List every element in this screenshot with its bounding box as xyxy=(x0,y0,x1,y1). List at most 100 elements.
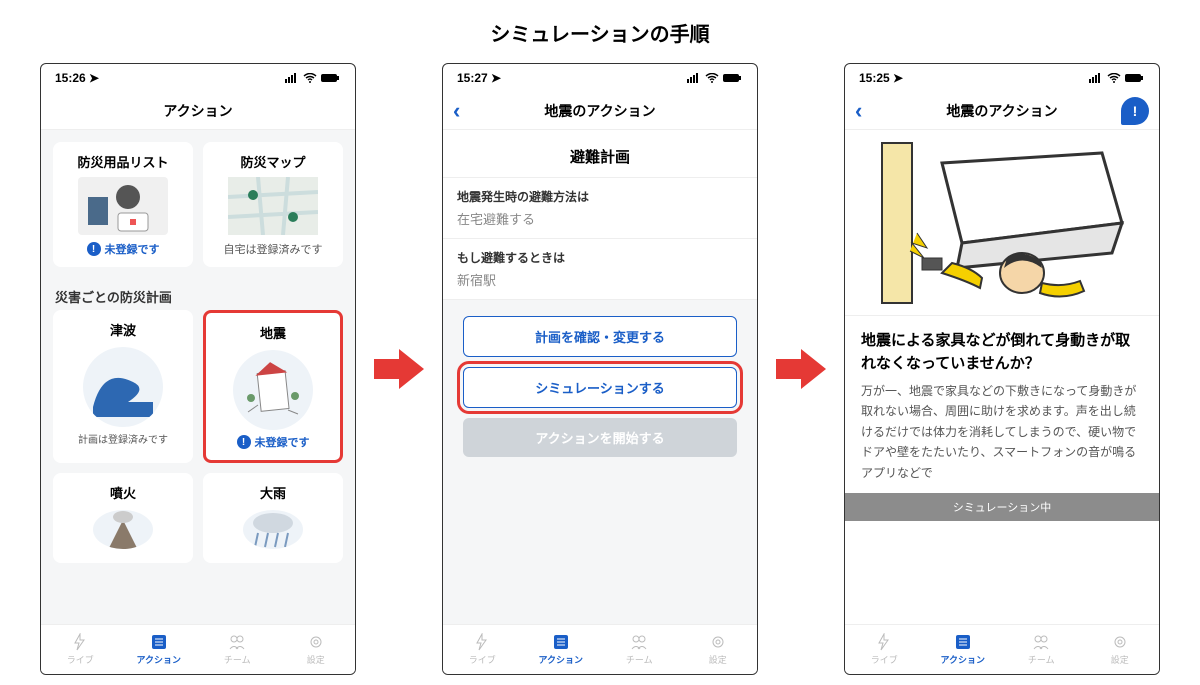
signal-icon xyxy=(687,73,701,83)
wifi-icon xyxy=(705,73,719,83)
signal-icon xyxy=(285,73,299,83)
hazard-title: 津波 xyxy=(110,320,136,339)
tsunami-icon xyxy=(83,347,163,427)
screens-row: 15:26 ➤ アクション 防災用品リスト ! 未登録です xyxy=(40,63,1160,675)
hazard-earthquake[interactable]: 地震 ! 未登録です xyxy=(203,310,343,463)
simulation-banner: シミュレーション中 xyxy=(845,493,1159,521)
back-button[interactable]: ‹ xyxy=(453,100,460,122)
nav-bar: ‹ 地震のアクション xyxy=(443,92,757,130)
hazard-title: 噴火 xyxy=(110,483,136,502)
tab-settings[interactable]: 設定 xyxy=(1081,625,1160,674)
tab-team[interactable]: チーム xyxy=(600,625,679,674)
tab-settings[interactable]: 設定 xyxy=(277,625,356,674)
tab-label: チーム xyxy=(1028,653,1055,666)
people-icon xyxy=(227,633,247,651)
status-time: 15:25 ➤ xyxy=(859,71,903,85)
hazard-rain[interactable]: 大雨 xyxy=(203,473,343,563)
tab-label: アクション xyxy=(940,653,985,666)
info-value: 在宅避難する xyxy=(457,209,743,228)
tab-team[interactable]: チーム xyxy=(1002,625,1081,674)
status-bar: 15:27 ➤ xyxy=(443,64,757,92)
map-illustration xyxy=(228,177,318,235)
tab-bar: ライブ アクション チーム 設定 xyxy=(443,624,757,674)
tab-bar: ライブ アクション チーム 設定 xyxy=(845,624,1159,674)
phone-screen-1: 15:26 ➤ アクション 防災用品リスト ! 未登録です xyxy=(40,63,356,675)
hazard-status: 計画は登録済みです xyxy=(78,431,168,446)
status-row: ! 未登録です xyxy=(237,434,310,450)
hazard-tsunami[interactable]: 津波 計画は登録済みです xyxy=(53,310,193,463)
tab-live[interactable]: ライブ xyxy=(41,625,120,674)
wifi-icon xyxy=(1107,73,1121,83)
status-bar: 15:25 ➤ xyxy=(845,64,1159,92)
battery-icon xyxy=(321,73,341,83)
eruption-icon xyxy=(93,510,153,549)
status-text: 未登録です xyxy=(105,241,160,257)
hazard-status: 未登録です xyxy=(255,434,310,450)
start-action-button[interactable]: アクションを開始する xyxy=(463,418,737,457)
status-time: 15:26 ➤ xyxy=(55,71,99,85)
gear-icon xyxy=(1110,633,1130,651)
tab-live[interactable]: ライブ xyxy=(845,625,924,674)
signal-icon xyxy=(1089,73,1103,83)
location-icon: ➤ xyxy=(893,71,903,85)
tab-label: アクション xyxy=(538,653,583,666)
simulate-button[interactable]: シミュレーションする xyxy=(463,367,737,408)
nav-title: 地震のアクション xyxy=(946,101,1057,121)
tab-label: チーム xyxy=(224,653,251,666)
page-title: シミュレーションの手順 xyxy=(490,18,709,47)
info-label: 地震発生時の避難方法は xyxy=(457,188,743,205)
tab-label: 設定 xyxy=(1111,653,1129,666)
tab-action[interactable]: アクション xyxy=(120,625,199,674)
battery-icon xyxy=(1125,73,1145,83)
info-row-1[interactable]: 地震発生時の避難方法は 在宅避難する xyxy=(443,177,757,238)
map-card[interactable]: 防災マップ 自宅は登録済みです xyxy=(203,142,343,267)
tab-label: アクション xyxy=(136,653,181,666)
back-button[interactable]: ‹ xyxy=(855,100,862,122)
list-icon xyxy=(953,633,973,651)
confirm-plan-button[interactable]: 計画を確認・変更する xyxy=(463,316,737,357)
nav-title: アクション xyxy=(163,101,232,121)
tab-label: 設定 xyxy=(709,653,727,666)
nav-title: 地震のアクション xyxy=(544,101,655,121)
tab-team[interactable]: チーム xyxy=(198,625,277,674)
people-icon xyxy=(629,633,649,651)
arrow-icon xyxy=(776,349,826,389)
tab-live[interactable]: ライブ xyxy=(443,625,522,674)
arrow-icon xyxy=(374,349,424,389)
earthquake-icon xyxy=(233,350,313,430)
tab-settings[interactable]: 設定 xyxy=(679,625,758,674)
tab-label: ライブ xyxy=(469,653,496,666)
tab-label: ライブ xyxy=(67,653,94,666)
phone-screen-2: 15:27 ➤ ‹ 地震のアクション 避難計画 地震発生時の避難方法は 在宅避難… xyxy=(442,63,758,675)
status-time: 15:27 ➤ xyxy=(457,71,501,85)
card-title: 防災用品リスト xyxy=(77,152,168,171)
status-bar: 15:26 ➤ xyxy=(41,64,355,92)
gear-icon xyxy=(306,633,326,651)
info-row-2[interactable]: もし避難するときは 新宿駅 xyxy=(443,238,757,300)
hazard-title: 大雨 xyxy=(260,483,286,502)
subtitle: 避難計画 xyxy=(443,130,757,177)
card-title: 防災マップ xyxy=(240,152,305,171)
bolt-icon xyxy=(874,633,894,651)
status-text: 自宅は登録済みです xyxy=(224,241,323,257)
gear-icon xyxy=(708,633,728,651)
warn-icon: ! xyxy=(237,435,251,449)
supplies-illustration xyxy=(78,177,168,235)
tab-label: ライブ xyxy=(871,653,898,666)
content-area: 避難計画 地震発生時の避難方法は 在宅避難する もし避難するときは 新宿駅 計画… xyxy=(443,130,757,624)
supplies-card[interactable]: 防災用品リスト ! 未登録です xyxy=(53,142,193,267)
alert-badge[interactable]: ! xyxy=(1121,97,1149,125)
nav-bar: アクション xyxy=(41,92,355,130)
list-icon xyxy=(149,633,169,651)
tab-action[interactable]: アクション xyxy=(924,625,1003,674)
bolt-icon xyxy=(70,633,90,651)
list-icon xyxy=(551,633,571,651)
hazard-eruption[interactable]: 噴火 xyxy=(53,473,193,563)
location-icon: ➤ xyxy=(89,71,99,85)
content-area: 地震による家具などが倒れて身動きが取れなくなっていませんか？ 万が一、地震で家具… xyxy=(845,130,1159,624)
status-icons xyxy=(687,73,743,83)
phone-screen-3: 15:25 ➤ ‹ 地震のアクション ! xyxy=(844,63,1160,675)
people-icon xyxy=(1031,633,1051,651)
tab-action[interactable]: アクション xyxy=(522,625,601,674)
wifi-icon xyxy=(303,73,317,83)
